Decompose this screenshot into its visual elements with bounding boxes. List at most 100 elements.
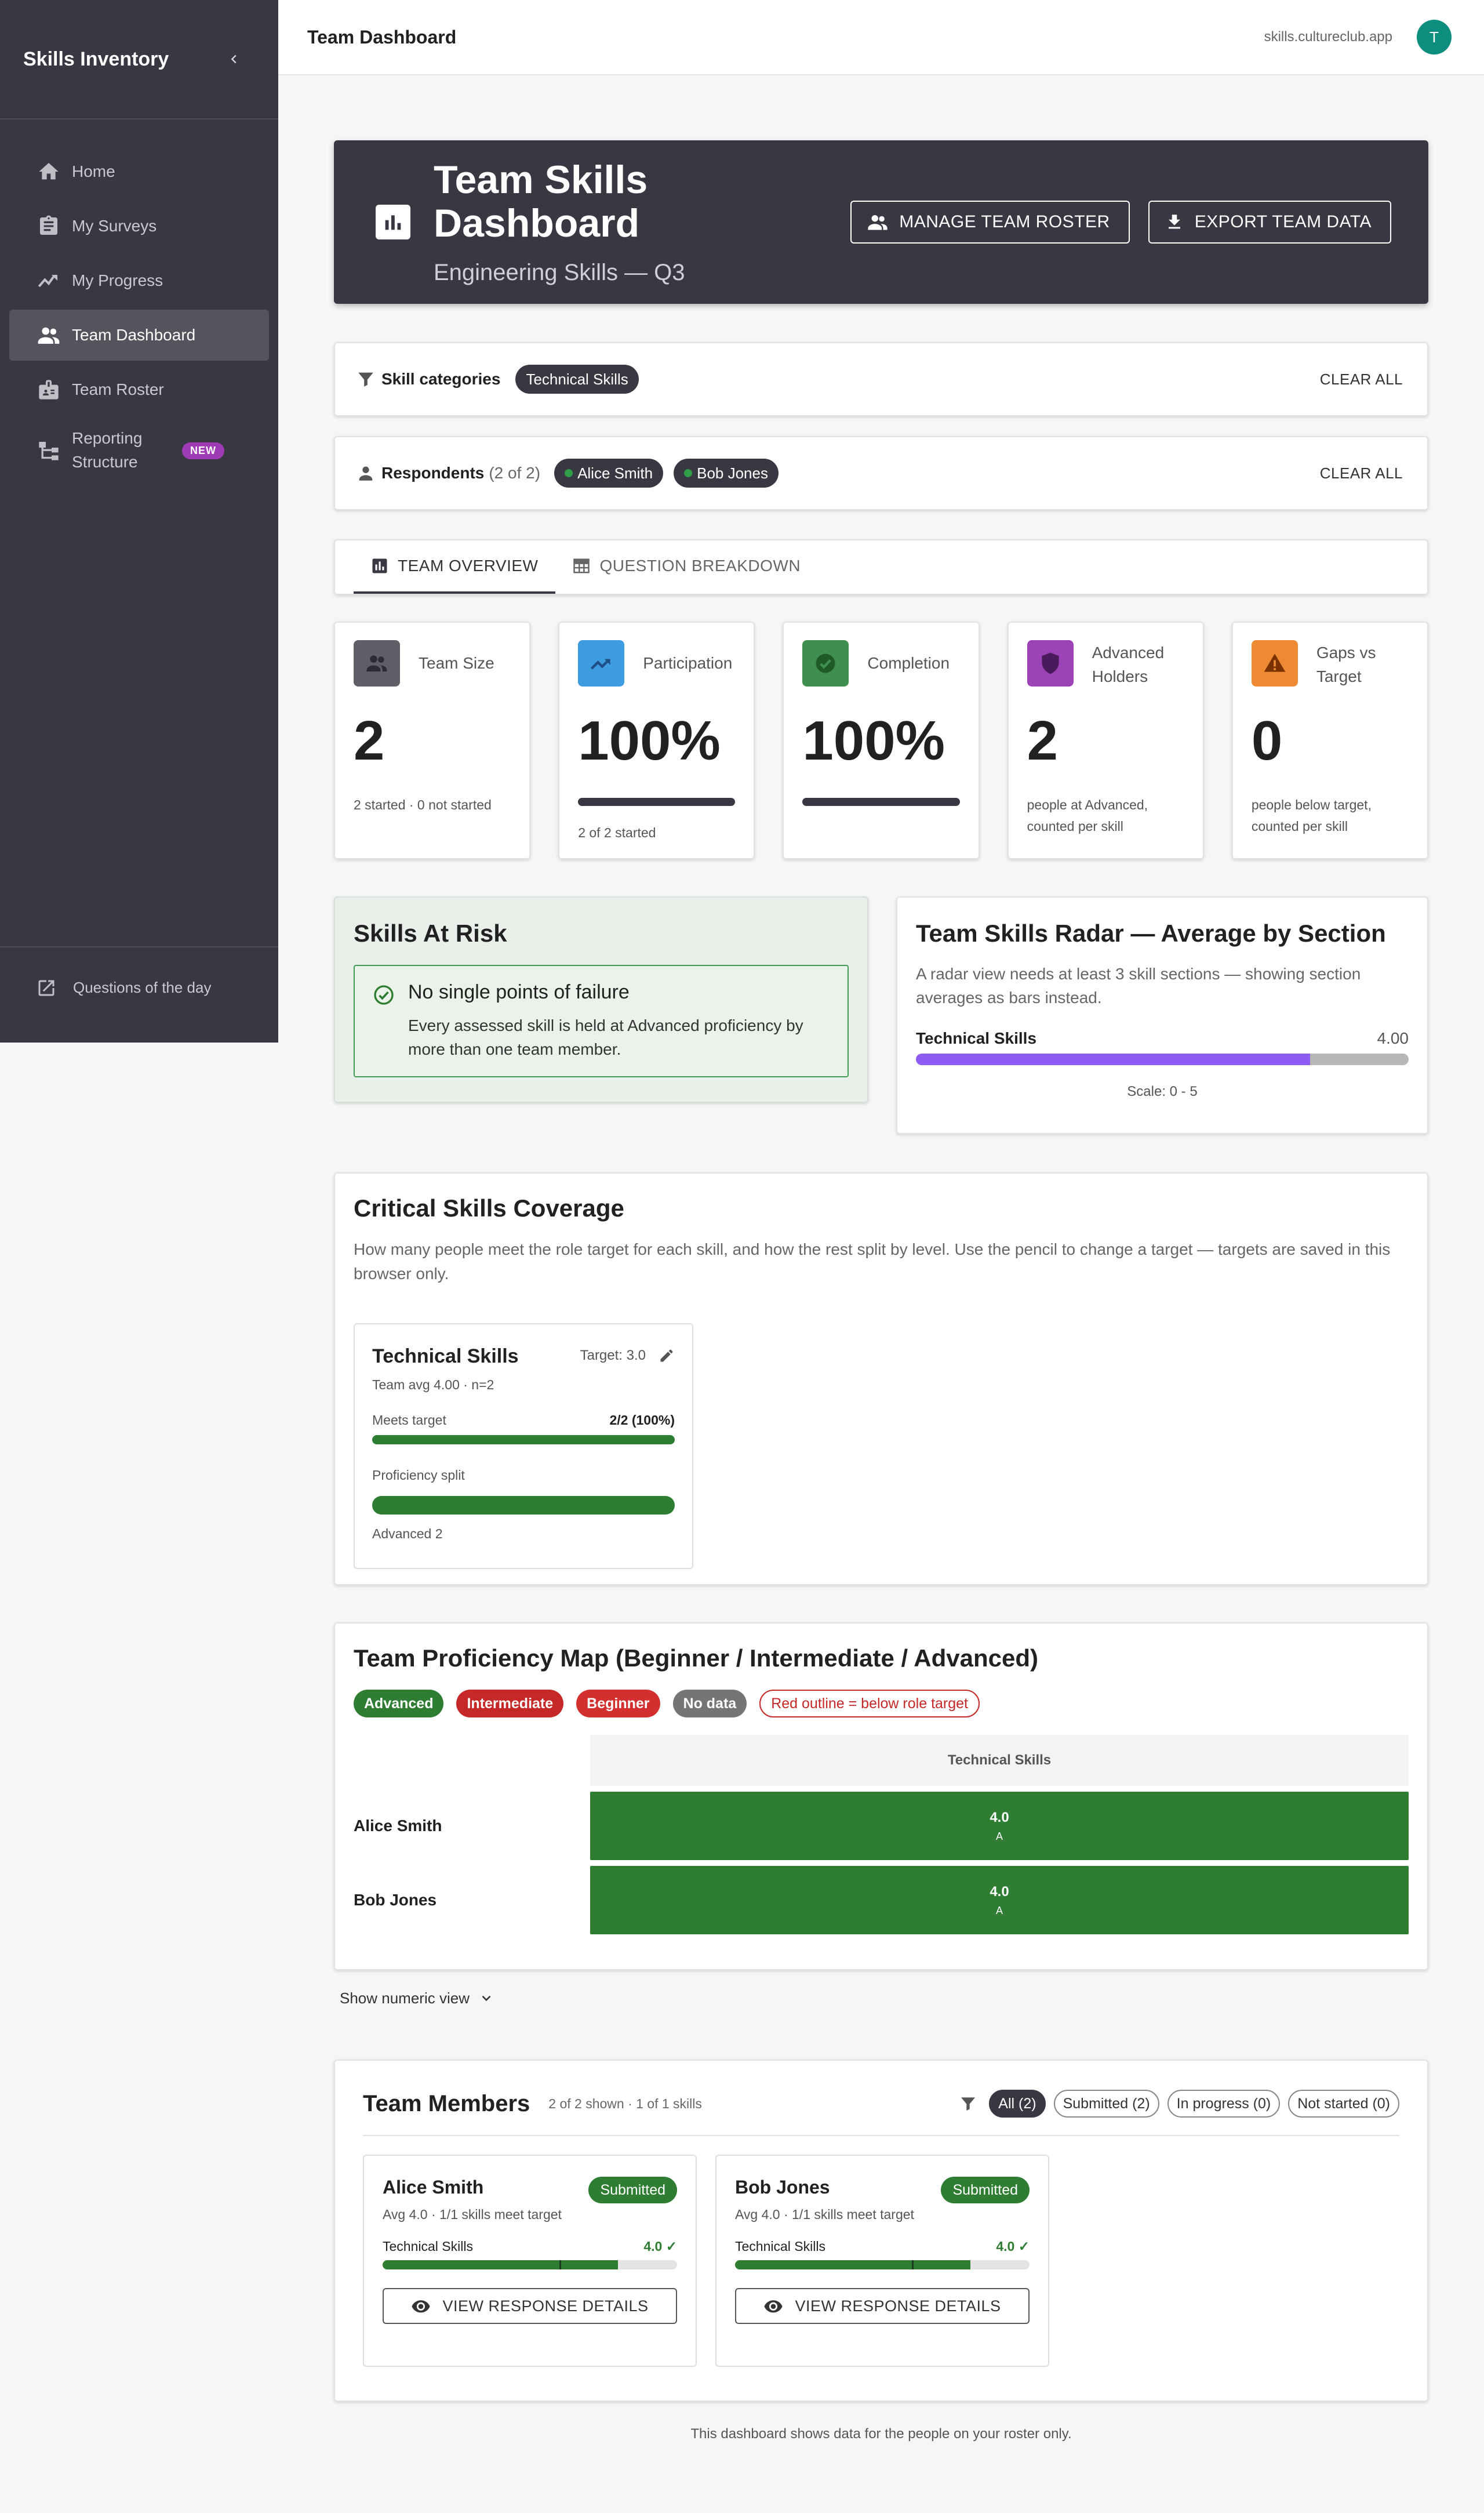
eye-icon — [763, 2296, 783, 2316]
kpi-gaps-vs-target: Gaps vs Target 0 people below target, co… — [1231, 622, 1429, 859]
proficiency-cell[interactable]: 4.0 A — [590, 1866, 1409, 1934]
member-summary: Avg 4.0 · 1/1 skills meet target — [383, 2207, 562, 2222]
member-name: Alice Smith — [354, 1817, 442, 1835]
shield-icon — [1027, 640, 1074, 687]
chevron-down-icon — [479, 1991, 494, 2006]
member-name: Alice Smith — [383, 2177, 484, 2198]
column-header-technical-skills: Technical Skills — [590, 1735, 1409, 1786]
tab-label: TEAM OVERVIEW — [398, 557, 539, 575]
collapse-sidebar-button[interactable] — [223, 48, 246, 71]
tab-question-breakdown[interactable]: QUESTION BREAKDOWN — [555, 540, 818, 594]
kpi-value: 2 — [354, 710, 385, 772]
coverage-team-avg: Team avg 4.00 · n=2 — [372, 1377, 494, 1392]
sidebar-item-label: Team Dashboard — [72, 325, 196, 344]
trend-icon — [35, 267, 63, 295]
kpi-note: 2 of 2 started — [578, 825, 656, 840]
radar-skill-value: 4.00 — [1377, 1029, 1409, 1048]
filter-icon — [959, 2094, 977, 2113]
eye-icon — [411, 2296, 431, 2316]
home-icon — [35, 158, 63, 186]
filter-all[interactable]: All (2) — [989, 2090, 1046, 2118]
hero-subtitle: Engineering Skills — Q3 — [434, 260, 685, 286]
org-chart-icon — [35, 437, 63, 464]
sidebar-header: Skills Inventory — [0, 0, 278, 119]
kpi-label: Team Size — [419, 654, 494, 672]
sidebar-nav: Home My Surveys My Progress Team Dashboa… — [0, 119, 278, 482]
kpi-value: 2 — [1027, 710, 1058, 772]
filter-in-progress[interactable]: In progress (0) — [1167, 2090, 1281, 2118]
completion-progress-bar — [802, 798, 960, 806]
hero-title: Team Skills Dashboard — [434, 157, 648, 245]
sidebar-item-team-dashboard[interactable]: Team Dashboard — [9, 310, 269, 361]
external-link-icon — [35, 976, 58, 1000]
sidebar-item-label: Reporting Structure — [72, 429, 143, 471]
kpi-value: 100% — [802, 710, 945, 772]
member-cards: Alice Smith Submitted Avg 4.0 · 1/1 skil… — [363, 2155, 1399, 2367]
participation-progress-bar — [578, 798, 736, 806]
clear-respondents-button[interactable]: CLEAR ALL — [1320, 464, 1403, 482]
proficiency-cell[interactable]: 4.0 A — [590, 1792, 1409, 1860]
radar-skill-name: Technical Skills — [916, 1029, 1037, 1048]
member-skill-bar — [383, 2260, 677, 2269]
filter-chip-technical-skills[interactable]: Technical Skills — [515, 365, 639, 394]
sidebar-item-team-roster[interactable]: Team Roster — [9, 364, 269, 415]
sidebar-item-my-progress[interactable]: My Progress — [9, 255, 269, 306]
sidebar-item-questions-of-the-day[interactable]: Questions of the day — [0, 946, 278, 1043]
tab-team-overview[interactable]: TEAM OVERVIEW — [354, 540, 556, 594]
coverage-card-technical-skills: Technical Skills Target: 3.0 Team avg 4.… — [354, 1323, 693, 1569]
filter-not-started[interactable]: Not started (0) — [1288, 2090, 1399, 2118]
sidebar-item-label: Home — [72, 162, 115, 180]
manage-team-roster-button[interactable]: MANAGE TEAM ROSTER — [850, 201, 1130, 244]
member-status-filters: All (2) Submitted (2) In progress (0) No… — [959, 2090, 1399, 2118]
kpi-label: Completion — [867, 654, 950, 672]
critical-skills-coverage: Critical Skills Coverage How many people… — [334, 1172, 1428, 1585]
sidebar-item-home[interactable]: Home — [9, 146, 269, 197]
domain-label: skills.cultureclub.app — [1264, 29, 1392, 45]
chevron-left-icon — [231, 55, 237, 64]
sidebar-item-reporting-structure[interactable]: Reporting Structure NEW — [9, 419, 269, 482]
export-team-data-button[interactable]: EXPORT TEAM DATA — [1148, 201, 1391, 244]
no-risk-alert: No single points of failure Every assess… — [354, 965, 849, 1078]
advanced-count-label: Advanced 2 — [372, 1526, 443, 1541]
legend-advanced: Advanced — [354, 1690, 444, 1717]
kpi-completion: Completion 100% — [783, 622, 980, 859]
check-circle-icon — [802, 640, 849, 687]
legend-beginner: Beginner — [576, 1690, 660, 1717]
filter-chip-alice-smith[interactable]: Alice Smith — [554, 459, 664, 488]
show-numeric-view-toggle[interactable]: Show numeric view — [340, 1987, 1428, 2010]
section-description: How many people meet the role target for… — [354, 1240, 1391, 1283]
filter-submitted[interactable]: Submitted (2) — [1053, 2090, 1159, 2118]
skill-categories-filter: Skill categories Technical Skills CLEAR … — [334, 342, 1428, 416]
kpi-value: 0 — [1251, 710, 1283, 772]
kpi-note: people at Advanced, counted per skill — [1027, 797, 1148, 834]
sidebar-item-my-surveys[interactable]: My Surveys — [9, 201, 269, 252]
manage-team-roster-label: MANAGE TEAM ROSTER — [899, 212, 1110, 231]
member-card: Bob Jones Submitted Avg 4.0 · 1/1 skills… — [715, 2155, 1049, 2367]
table-icon — [573, 557, 590, 575]
kpi-note: 2 started · 0 not started — [354, 797, 492, 812]
sidebar: Skills Inventory Home My Surveys My Prog… — [0, 0, 278, 1043]
edit-target-button[interactable] — [659, 1348, 675, 1364]
filter-chip-bob-jones[interactable]: Bob Jones — [674, 459, 779, 488]
table-row: Alice Smith 4.0 A — [354, 1792, 1409, 1860]
proficiency-split-bar — [372, 1496, 675, 1515]
badge-icon — [35, 376, 63, 404]
tab-label: QUESTION BREAKDOWN — [599, 557, 801, 575]
clear-categories-button[interactable]: CLEAR ALL — [1320, 371, 1403, 388]
topbar-right: skills.cultureclub.app T — [1264, 20, 1452, 55]
radar-bar-row: Technical Skills 4.00 — [916, 1029, 1409, 1048]
avatar[interactable]: T — [1417, 20, 1452, 55]
section-title: Critical Skills Coverage — [354, 1194, 624, 1222]
warning-icon — [1251, 640, 1298, 687]
kpi-note: people below target, counted per skill — [1251, 797, 1372, 834]
view-response-details-button[interactable]: VIEW RESPONSE DETAILS — [735, 2288, 1030, 2324]
view-tabs: TEAM OVERVIEW QUESTION BREAKDOWN — [334, 539, 1428, 595]
meets-target-value: 2/2 (100%) — [609, 1412, 675, 1428]
hero-text: Team Skills Dashboard Engineering Skills… — [434, 158, 832, 286]
section-title: Team Proficiency Map (Beginner / Interme… — [354, 1644, 1038, 1672]
coverage-target: Target: 3.0 — [580, 1345, 675, 1364]
status-badge: Submitted — [588, 2177, 677, 2203]
view-response-details-button[interactable]: VIEW RESPONSE DETAILS — [383, 2288, 677, 2324]
risk-radar-row: Skills At Risk No single points of failu… — [334, 896, 1428, 1134]
kpi-value: 100% — [578, 710, 721, 772]
